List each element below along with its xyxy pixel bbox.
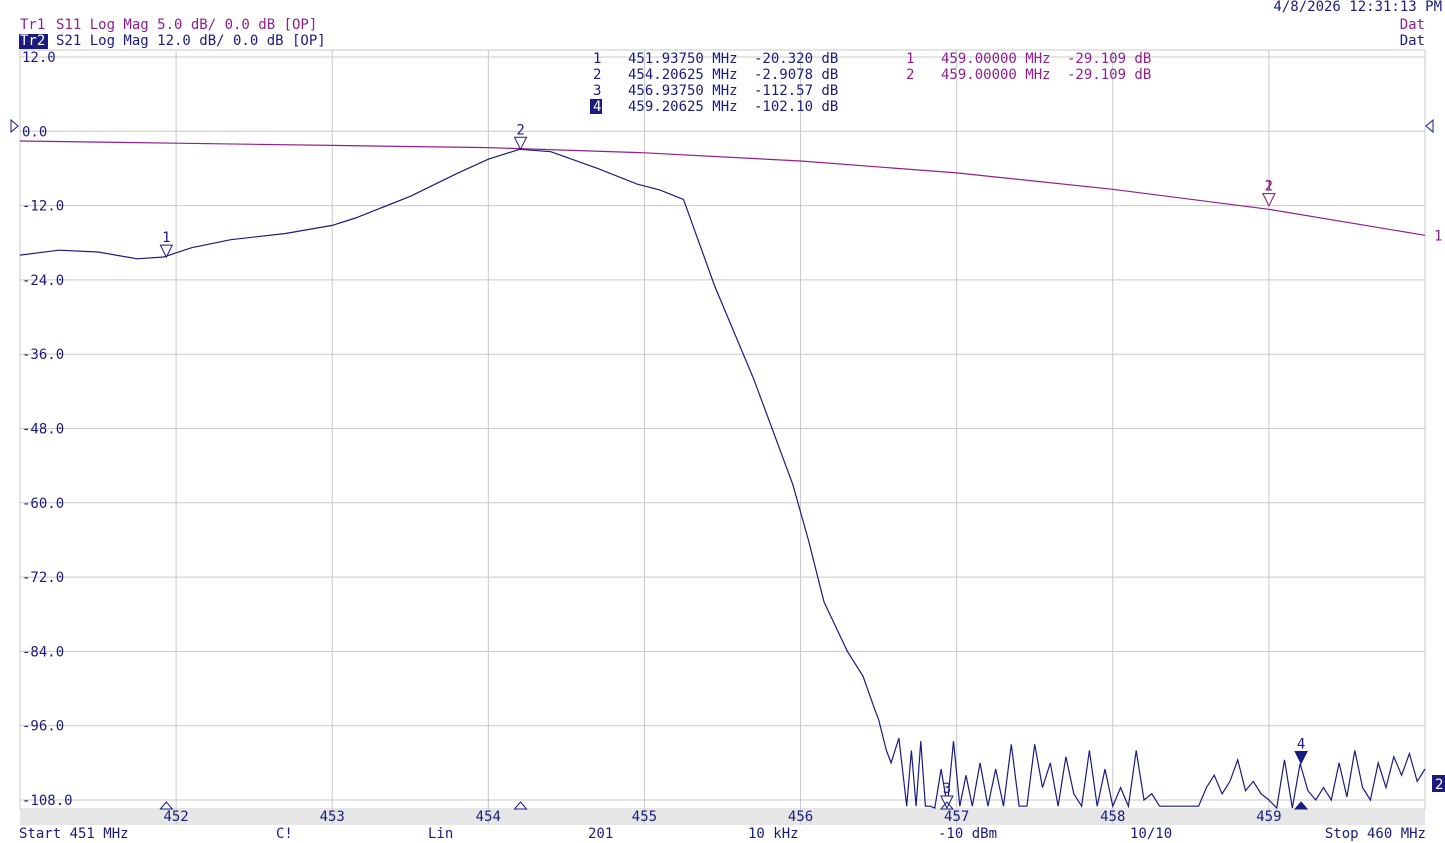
- marker-table-s21-value: -112.57 dB: [754, 83, 838, 99]
- y-tick-label: -24.0: [22, 273, 64, 289]
- vna-screen: 4/8/2026 12:31:13 PM Tr1 S11 Log Mag 5.0…: [10, 0, 1445, 842]
- trace2-label[interactable]: S21 Log Mag 12.0 dB/ 0.0 dB [OP]: [56, 33, 326, 49]
- marker-table-s21-freq: 456.93750 MHz: [628, 83, 738, 99]
- x-tick-label: 452: [163, 809, 188, 825]
- y-tick-label: -36.0: [22, 347, 64, 363]
- y-tick-label: -12.0: [22, 199, 64, 215]
- marker-table-s21-value: -102.10 dB: [754, 99, 838, 115]
- marker-table-s11-freq: 459.00000 MHz: [941, 67, 1051, 83]
- marker-table-s11-value: -29.109 dB: [1067, 51, 1151, 67]
- marker-table-s21-freq: 454.20625 MHz: [628, 67, 738, 83]
- marker-table-s21-num[interactable]: 1: [593, 51, 601, 67]
- marker-s21-1-label: 1: [162, 230, 170, 246]
- marker-table-s11-freq: 459.00000 MHz: [941, 51, 1051, 67]
- stop-frequency[interactable]: Stop 460 MHz: [1325, 826, 1426, 842]
- marker-table-s11-num[interactable]: 2: [906, 67, 914, 83]
- x-tick-label: 454: [476, 809, 501, 825]
- footer: Start 451 MHz C! Lin 201 10 kHz -10 dBm …: [19, 826, 1426, 842]
- trace-s11-end-label: 1: [1434, 228, 1442, 244]
- marker-table-s11-num[interactable]: 1: [906, 51, 914, 67]
- marker-table-s11-value: -29.109 dB: [1067, 67, 1151, 83]
- trace1-tag[interactable]: Tr1: [20, 17, 45, 33]
- x-tick-label: 453: [320, 809, 345, 825]
- x-tick-label: 457: [944, 809, 969, 825]
- sweep-type[interactable]: Lin: [428, 826, 453, 842]
- averaging-count[interactable]: 10/10: [1130, 826, 1172, 842]
- if-bandwidth[interactable]: 10 kHz: [748, 826, 799, 842]
- marker-table-s21-num[interactable]: 3: [593, 83, 601, 99]
- ref-arrow-right-icon[interactable]: [1425, 118, 1434, 134]
- y-tick-label: -84.0: [22, 644, 64, 660]
- y-tick-label: 12.0: [22, 50, 56, 66]
- x-tick-label: 456: [788, 809, 813, 825]
- marker-table-s21-num[interactable]: 4: [593, 99, 601, 115]
- sweep-points[interactable]: 201: [588, 826, 613, 842]
- trace2-tag[interactable]: Tr2: [20, 33, 45, 49]
- x-tick-label: 455: [632, 809, 657, 825]
- y-tick-label: -108.0: [22, 793, 73, 809]
- marker-s11-2-label: 2: [1265, 179, 1273, 195]
- marker-table-s21-value: -20.320 dB: [754, 51, 838, 67]
- x-tick-label: 459: [1256, 809, 1281, 825]
- plot-area: 12.0 0.0 -12.0 -24.0 -36.0 -48.0 -60.0 -72.0 -84…: [10, 49, 1445, 825]
- y-tick-label: -72.0: [22, 570, 64, 586]
- marker-s21-3-label: 3: [943, 781, 951, 797]
- marker-table-s21-num[interactable]: 2: [593, 67, 601, 83]
- start-frequency[interactable]: Start 451 MHz: [19, 826, 129, 842]
- x-tick-label: 458: [1100, 809, 1125, 825]
- header: 4/8/2026 12:31:13 PM Tr1 S11 Log Mag 5.0…: [19, 0, 1442, 49]
- datetime-label: 4/8/2026 12:31:13 PM: [1273, 0, 1442, 15]
- ref-arrow-left-icon[interactable]: [10, 118, 19, 134]
- marker-s21-2-label: 2: [516, 122, 524, 138]
- trace1-label[interactable]: S11 Log Mag 5.0 dB/ 0.0 dB [OP]: [56, 17, 317, 33]
- y-tick-label: -96.0: [22, 719, 64, 735]
- trace1-status: Dat: [1400, 17, 1425, 33]
- y-tick-label: -48.0: [22, 422, 64, 438]
- source-power[interactable]: -10 dBm: [938, 826, 997, 842]
- marker-s21-4-label: 4: [1297, 736, 1305, 752]
- trace-s21-end-label: 2: [1435, 777, 1443, 793]
- calibration-status[interactable]: C!: [276, 826, 293, 842]
- y-tick-label: 0.0: [22, 124, 47, 140]
- marker-table-s21: 1 451.93750 MHz -20.320 dB 2 454.20625 MHz -2…: [590, 51, 838, 115]
- plot-frame: [19, 49, 1426, 810]
- marker-table-s21-value: -2.9078 dB: [754, 67, 838, 83]
- plot-bottom-band: [20, 809, 1425, 825]
- marker-table-s11: 1 459.00000 MHz -29.109 dB 2 459.00000 MHz -2…: [906, 51, 1151, 83]
- trace2-status: Dat: [1400, 33, 1425, 49]
- marker-table-s21-freq: 459.20625 MHz: [628, 99, 738, 115]
- marker-table-s21-freq: 451.93750 MHz: [628, 51, 738, 67]
- y-tick-label: -60.0: [22, 496, 64, 512]
